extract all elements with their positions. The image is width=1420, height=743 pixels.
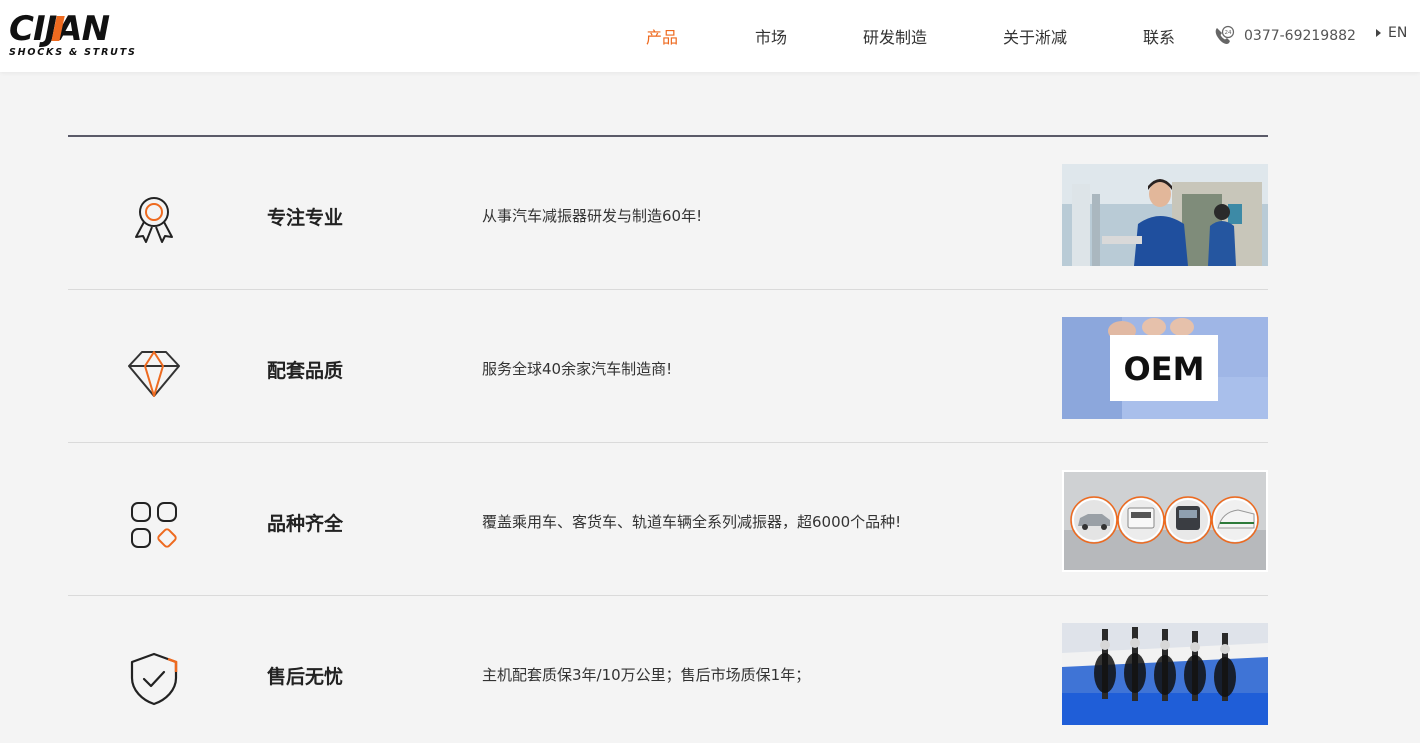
shock-absorbers-photo (1062, 623, 1268, 725)
oem-card-photo: OEM (1062, 317, 1268, 419)
feature-row: 专注专业 从事汽车减振器研发与制造60年! (68, 137, 1268, 290)
brand-logo[interactable]: CIJAN SHOCKS & STRUTS (8, 10, 168, 60)
feature-title: 品种齐全 (267, 513, 344, 535)
shield-check-icon (130, 652, 178, 706)
phone-number: 0377-69219882 (1244, 28, 1356, 44)
feature-list: 专注专业 从事汽车减振器研发与制造60年! 配套品质 服务全球40余家汽车制造商… (68, 135, 1268, 743)
diamond-icon (128, 351, 180, 397)
feature-desc: 覆盖乘用车、客货车、轨道车辆全系列减振器，超6000个品种! (482, 513, 902, 531)
feature-title: 专注专业 (267, 207, 344, 229)
phone-contact[interactable]: 24 0377-69219882 (1212, 24, 1356, 48)
phone-24h-icon: 24 (1215, 25, 1235, 44)
award-ribbon-icon (135, 197, 173, 243)
language-label: EN (1388, 25, 1408, 41)
feature-title: 售后无忧 (267, 666, 344, 688)
language-switch[interactable]: EN (1376, 25, 1407, 41)
feature-row: 售后无忧 主机配套质保3年/10万公里；售后市场质保1年； (68, 596, 1268, 743)
caret-right-icon (1376, 29, 1381, 37)
feature-desc: 服务全球40余家汽车制造商! (482, 360, 673, 378)
site-header: CIJAN SHOCKS & STRUTS 产品 市场 研发制造 关于淅减 联系… (0, 0, 1420, 72)
feature-desc: 从事汽车减振器研发与制造60年! (482, 207, 703, 225)
feature-row: 配套品质 服务全球40余家汽车制造商! OEM (68, 290, 1268, 443)
factory-worker-photo (1062, 164, 1268, 266)
nav-products[interactable]: 产品 (646, 24, 678, 48)
nav-contact[interactable]: 联系 (1143, 24, 1175, 48)
nav-rnd-manufacturing[interactable]: 研发制造 (863, 24, 927, 48)
vehicle-types-photo (1062, 470, 1268, 572)
feature-title: 配套品质 (267, 360, 344, 382)
oem-label: OEM (1124, 350, 1205, 388)
feature-desc: 主机配套质保3年/10万公里；售后市场质保1年； (482, 666, 811, 684)
nav-about[interactable]: 关于淅减 (1003, 24, 1067, 48)
feature-row: 品种齐全 覆盖乘用车、客货车、轨道车辆全系列减振器，超6000个品种! (68, 443, 1268, 596)
logo-tagline: SHOCKS & STRUTS (9, 47, 137, 58)
nav-market[interactable]: 市场 (755, 24, 787, 48)
grid-apps-icon (131, 502, 177, 548)
svg-text:24: 24 (1225, 30, 1232, 36)
